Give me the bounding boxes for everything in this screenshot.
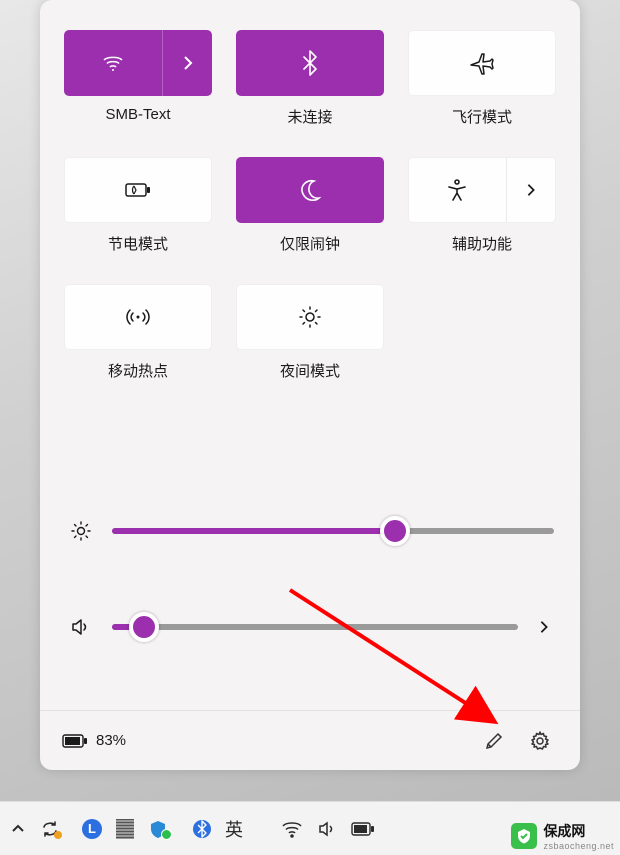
accessibility-icon xyxy=(409,178,506,202)
brightness-icon xyxy=(66,520,96,542)
tray-volume-icon[interactable] xyxy=(317,819,337,839)
tile-bluetooth-block: 未连接 xyxy=(236,30,384,127)
volume-slider[interactable] xyxy=(112,624,518,630)
settings-button[interactable] xyxy=(522,723,558,759)
tray-app-icon-1[interactable]: L xyxy=(82,819,102,839)
battery-icon xyxy=(62,733,88,749)
tile-hotspot-block: 移动热点 xyxy=(64,284,212,381)
tile-airplane[interactable] xyxy=(408,30,556,96)
gear-icon xyxy=(529,730,551,752)
watermark-url: zsbaocheng.net xyxy=(543,841,614,851)
tile-focus[interactable] xyxy=(236,157,384,223)
volume-output-expand[interactable] xyxy=(534,620,554,634)
watermark: 保成网 zsbaocheng.net xyxy=(511,821,614,851)
tray-overflow-button[interactable] xyxy=(10,821,26,837)
quick-settings-panel: SMB-Text 未连接 飞行模式 xyxy=(40,0,580,770)
watermark-badge-icon xyxy=(511,823,537,849)
battery-saver-icon xyxy=(123,180,153,200)
tile-focus-label: 仅限闹钟 xyxy=(280,233,340,254)
tile-battery-saver-label: 节电模式 xyxy=(108,233,168,254)
tile-nightlight-block: 夜间模式 xyxy=(236,284,384,381)
tile-accessibility[interactable] xyxy=(408,157,556,223)
pencil-icon xyxy=(484,731,504,751)
tile-accessibility-block: 辅助功能 xyxy=(408,157,556,254)
tile-bluetooth-label: 未连接 xyxy=(287,106,332,127)
tray-ime-indicator[interactable]: 英 xyxy=(225,816,243,842)
tile-airplane-label: 飞行模式 xyxy=(452,106,512,127)
tile-nightlight[interactable] xyxy=(236,284,384,350)
hotspot-icon xyxy=(124,305,152,329)
accessibility-expand-button[interactable] xyxy=(506,158,555,222)
wifi-expand-button[interactable] xyxy=(162,30,212,96)
tile-wifi-block: SMB-Text xyxy=(64,30,212,127)
tile-hotspot-label: 移动热点 xyxy=(108,360,168,381)
moon-icon xyxy=(298,178,322,202)
brightness-slider-row xyxy=(66,520,554,542)
bluetooth-icon xyxy=(298,49,322,77)
tile-nightlight-label: 夜间模式 xyxy=(280,360,340,381)
volume-icon xyxy=(66,616,96,638)
battery-percent: 83% xyxy=(96,732,126,749)
tray-sync-icon[interactable] xyxy=(40,819,68,839)
tile-hotspot[interactable] xyxy=(64,284,212,350)
tray-app-icon-2[interactable] xyxy=(116,819,134,839)
airplane-icon xyxy=(469,51,495,75)
brightness-slider[interactable] xyxy=(112,528,554,534)
tile-focus-block: 仅限闹钟 xyxy=(236,157,384,254)
tile-bluetooth[interactable] xyxy=(236,30,384,96)
quick-settings-tiles: SMB-Text 未连接 飞行模式 xyxy=(64,30,556,381)
tray-battery-icon[interactable] xyxy=(351,822,375,836)
tile-battery-saver[interactable] xyxy=(64,157,212,223)
tile-wifi[interactable] xyxy=(64,30,212,96)
volume-slider-row xyxy=(66,616,554,638)
quick-settings-footer: 83% xyxy=(40,710,580,770)
tile-battery-saver-block: 节电模式 xyxy=(64,157,212,254)
tile-airplane-block: 飞行模式 xyxy=(408,30,556,127)
system-tray: L 英 xyxy=(10,816,375,842)
tile-wifi-label: SMB-Text xyxy=(105,106,170,123)
edit-quick-settings-button[interactable] xyxy=(476,723,512,759)
wifi-icon xyxy=(64,51,162,75)
watermark-name: 保成网 xyxy=(543,823,585,839)
tray-security-icon[interactable] xyxy=(148,819,179,839)
tile-accessibility-label: 辅助功能 xyxy=(452,233,512,254)
battery-status[interactable]: 83% xyxy=(62,732,126,749)
night-light-icon xyxy=(297,304,323,330)
tray-wifi-icon[interactable] xyxy=(281,819,303,839)
tray-bluetooth-icon[interactable] xyxy=(193,819,211,839)
